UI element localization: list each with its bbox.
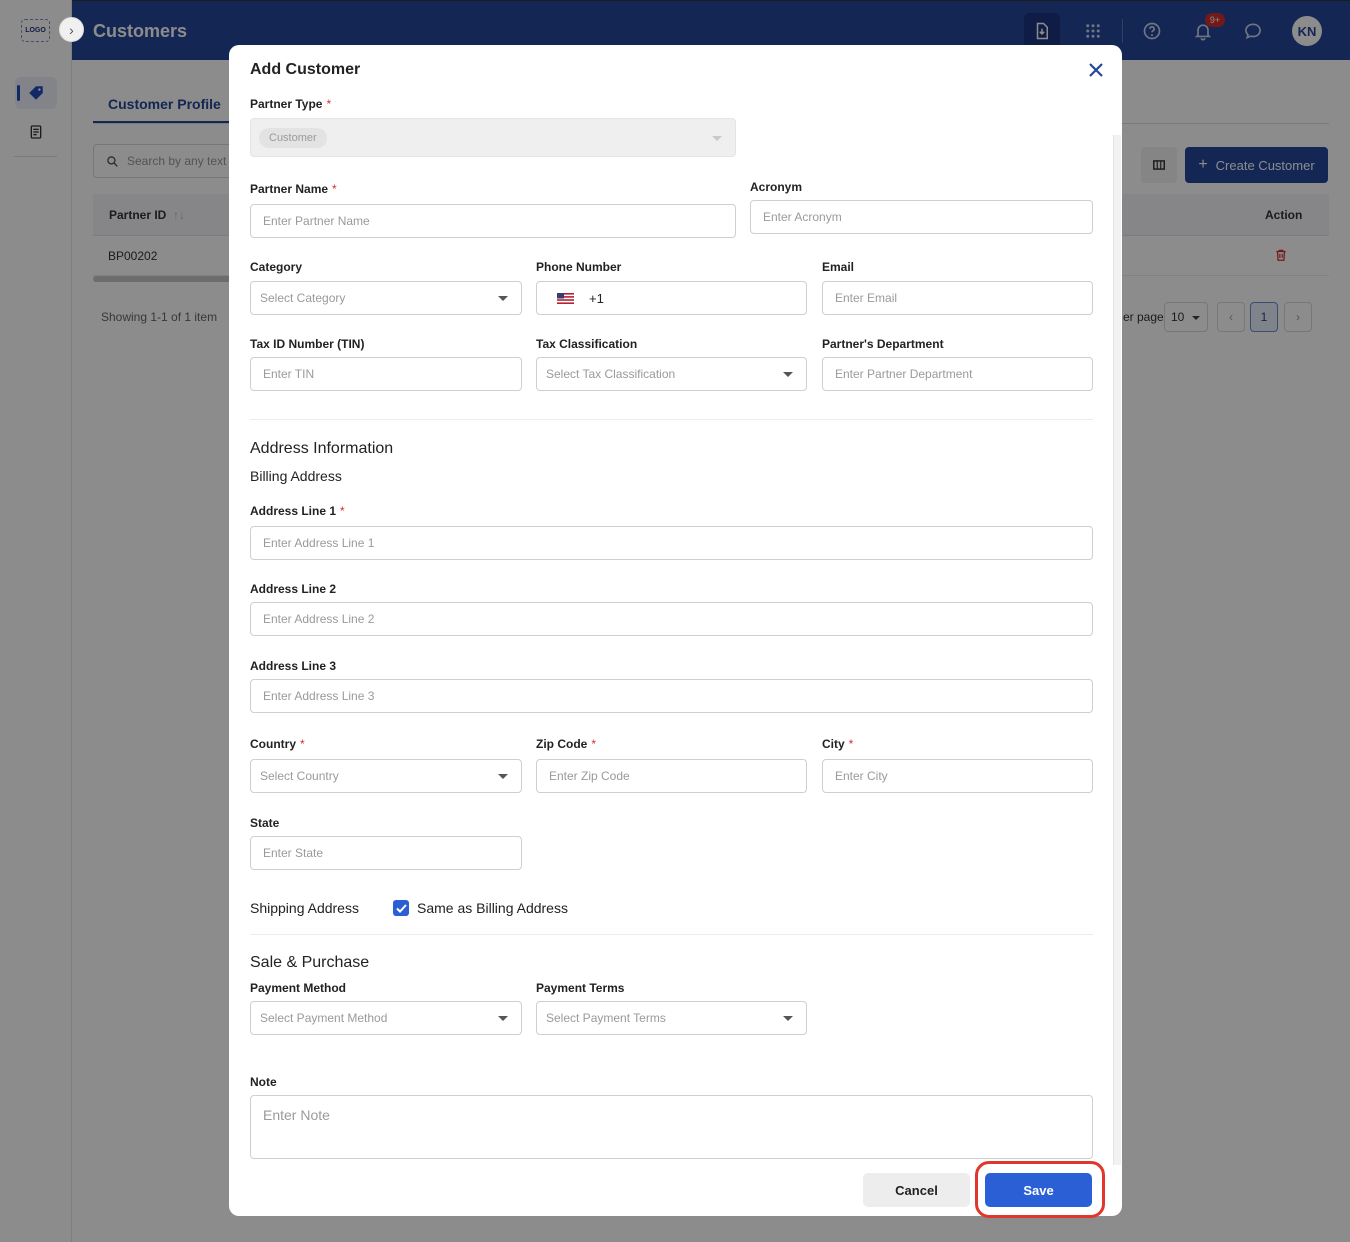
partner-name-input[interactable]: Enter Partner Name [250,204,736,238]
country-label: Country * [250,737,305,751]
partner-type-select[interactable]: Customer [250,118,736,157]
zip-code-input[interactable]: Enter Zip Code [536,759,807,793]
expand-sidebar-button[interactable]: › [59,17,84,42]
section-divider [250,419,1093,420]
checkmark-icon [395,903,407,913]
address-line-1-label: Address Line 1 * [250,504,345,518]
phone-input[interactable]: +1 [536,281,807,315]
sale-purchase-title: Sale & Purchase [250,954,370,971]
dialog-scrollbar[interactable] [1113,135,1121,1165]
zip-code-label: Zip Code * [536,737,596,751]
section-divider [250,934,1093,935]
phone-country-code: +1 [589,290,604,306]
partner-name-label: Partner Name * [250,182,337,196]
department-input[interactable]: Enter Partner Department [822,357,1093,391]
payment-terms-select[interactable]: Select Payment Terms [536,1001,807,1035]
tax-classification-select[interactable]: Select Tax Classification [536,357,807,391]
dialog-title: Add Customer [250,61,361,78]
state-label: State [250,816,280,830]
us-flag-icon [557,292,574,304]
acronym-input[interactable]: Enter Acronym [750,200,1093,234]
tin-input[interactable]: Enter TIN [250,357,522,391]
save-button-highlight [975,1161,1105,1218]
tin-label: Tax ID Number (TIN) [250,337,365,351]
same-as-billing-label[interactable]: Same as Billing Address [417,900,568,916]
city-input[interactable]: Enter City [822,759,1093,793]
country-select[interactable]: Select Country [250,759,522,793]
acronym-label: Acronym [750,180,803,194]
address-line-2-input[interactable]: Enter Address Line 2 [250,602,1093,636]
caret-down-icon [498,296,508,301]
caret-down-icon [783,372,793,377]
state-input[interactable]: Enter State [250,836,522,870]
billing-address-title: Billing Address [250,468,342,484]
email-input[interactable]: Enter Email [822,281,1093,315]
address-line-3-label: Address Line 3 [250,659,337,673]
department-label: Partner's Department [822,337,944,351]
add-customer-dialog: Add Customer Partner Type * Customer Part… [229,45,1122,1216]
tax-classification-label: Tax Classification [536,337,638,351]
close-icon [1089,63,1103,77]
same-as-billing-checkbox[interactable] [393,900,409,916]
caret-down-icon [498,1016,508,1021]
address-line-3-input[interactable]: Enter Address Line 3 [250,679,1093,713]
partner-type-label: Partner Type * [250,97,332,111]
email-label: Email [822,260,855,274]
shipping-address-title: Shipping Address [250,900,359,916]
city-label: City * [822,737,854,751]
chevron-right-icon: › [69,21,74,38]
close-dialog-button[interactable] [1086,60,1106,80]
caret-down-icon [712,136,722,141]
address-line-2-label: Address Line 2 [250,582,337,596]
payment-terms-label: Payment Terms [536,981,625,995]
phone-label: Phone Number [536,260,622,274]
category-select[interactable]: Select Category [250,281,522,315]
caret-down-icon [498,774,508,779]
cancel-button[interactable]: Cancel [863,1173,970,1207]
category-label: Category [250,260,303,274]
address-line-1-input[interactable]: Enter Address Line 1 [250,526,1093,560]
note-textarea[interactable]: Enter Note [250,1095,1093,1159]
partner-type-chip: Customer [259,127,327,148]
address-section-title: Address Information [250,440,394,457]
caret-down-icon [783,1016,793,1021]
payment-method-select[interactable]: Select Payment Method [250,1001,522,1035]
note-label: Note [250,1075,277,1089]
payment-method-label: Payment Method [250,981,347,995]
